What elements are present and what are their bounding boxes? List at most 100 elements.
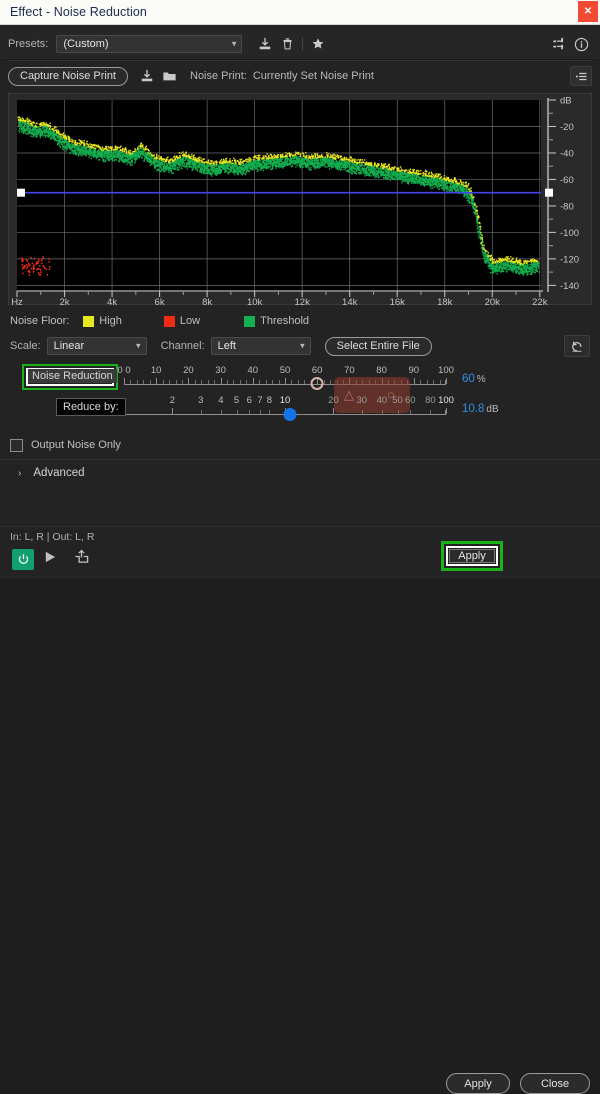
preview-play-button[interactable] <box>44 550 57 567</box>
slider-tick-label: 50 <box>280 365 291 376</box>
window-close-button[interactable]: ✕ <box>578 1 598 22</box>
save-preset-button[interactable] <box>254 34 276 54</box>
noise-reduction-unit: % <box>477 374 486 385</box>
slider-minor-tick <box>330 380 331 384</box>
slider-tick <box>362 410 363 414</box>
legend-label-low: Low <box>180 315 200 327</box>
chevron-down-icon: ▾ <box>232 39 237 50</box>
noise-print-status-label: Noise Print: <box>190 70 247 82</box>
apply-button[interactable]: Apply <box>446 1073 510 1094</box>
slider-minor-tick <box>291 380 292 384</box>
apply-button-label: Apply <box>444 544 500 568</box>
slider-tick <box>221 410 222 414</box>
folder-icon <box>162 69 177 83</box>
slider-tick <box>398 410 399 414</box>
select-entire-file-button[interactable]: Select Entire File <box>325 337 432 356</box>
power-toggle-button[interactable] <box>12 549 34 570</box>
slider-minor-tick <box>214 380 215 384</box>
spectrum-plot[interactable] <box>17 100 541 292</box>
title-bar: Effect - Noise Reduction ✕ <box>0 0 600 25</box>
slider-tick <box>260 410 261 414</box>
slider-minor-tick <box>440 380 441 384</box>
slider-minor-tick <box>298 380 299 384</box>
slider-tick-label: 100 <box>438 365 454 376</box>
slider-tick-label: 100 <box>438 395 454 406</box>
reduce-by-handle[interactable] <box>284 408 297 421</box>
slider-minor-tick <box>195 380 196 384</box>
chevron-down-icon: ▾ <box>300 341 305 352</box>
slider-tick <box>446 378 447 384</box>
slider-minor-tick <box>130 380 131 384</box>
slider-tick-label: 40 <box>377 395 388 406</box>
open-noise-print-button[interactable] <box>158 66 180 86</box>
slider-minor-tick <box>427 380 428 384</box>
preset-routing-button[interactable] <box>548 34 570 54</box>
slider-tick-label: 20 <box>183 365 194 376</box>
slider-minor-tick <box>176 380 177 384</box>
slider-tick-label: 90 <box>409 365 420 376</box>
slider-tick-label: 6 <box>247 395 252 406</box>
channel-select[interactable]: Left ▾ <box>211 337 311 355</box>
noise-reduction-handle[interactable] <box>311 377 324 390</box>
panel-menu-button[interactable] <box>570 66 592 86</box>
slider-tick <box>172 408 173 414</box>
slider-minor-tick <box>201 380 202 384</box>
db-axis: dB-20-40-60-80-100-120-140 <box>545 94 597 302</box>
scale-value: Linear <box>54 340 85 352</box>
preset-routing-icon <box>552 37 567 51</box>
slider-tick <box>430 410 431 414</box>
page-title: Effect - Noise Reduction <box>0 5 147 19</box>
slider-minor-tick <box>420 380 421 384</box>
noise-floor-label: Noise Floor: <box>10 315 69 327</box>
reduce-by-unit: dB <box>486 404 498 415</box>
close-button[interactable]: Close <box>520 1073 590 1094</box>
spectrum-graph[interactable]: dB-20-40-60-80-100-120-140 Hz2k4k6k8k10k… <box>8 93 592 305</box>
info-icon <box>574 37 589 52</box>
output-noise-only-checkbox[interactable] <box>10 439 23 452</box>
reduce-by-readout: 10.8dB <box>462 403 499 415</box>
slider-minor-tick <box>137 380 138 384</box>
slider-tick-label: 40 <box>248 365 259 376</box>
slider-tick-label: 7 <box>257 395 262 406</box>
reset-button[interactable] <box>564 335 590 357</box>
scale-channel-row: Scale: Linear ▾ Channel: Left ▾ Select E… <box>0 333 600 359</box>
io-status: In: L, R | Out: L, R <box>10 531 94 543</box>
advanced-section-toggle[interactable]: › Advanced <box>0 459 600 486</box>
scale-select[interactable]: Linear ▾ <box>47 337 147 355</box>
slider-tick <box>188 378 189 384</box>
export-button[interactable] <box>74 549 89 567</box>
reduce-by-slider[interactable]: 234567810203040506080100 <box>122 395 452 425</box>
slider-minor-tick <box>272 380 273 384</box>
slider-tick <box>414 378 415 384</box>
slider-tick <box>269 410 270 414</box>
slider-tick-label: 10 <box>151 365 162 376</box>
slider-minor-tick <box>227 380 228 384</box>
slider-tick-label: 30 <box>215 365 226 376</box>
legend-swatch-high <box>83 316 94 327</box>
capture-noise-print-button[interactable]: Capture Noise Print <box>8 67 128 86</box>
slider-tick <box>249 410 250 414</box>
slider-tick-label: 60 <box>405 395 416 406</box>
noise-reduction-slider[interactable]: 0 0102030405060708090100 △ ○ <box>122 365 452 395</box>
slider-tick <box>253 378 254 384</box>
slider-tick <box>410 410 411 414</box>
info-button[interactable] <box>570 34 592 54</box>
slider-minor-tick <box>240 380 241 384</box>
slider-minor-tick <box>233 380 234 384</box>
play-icon <box>44 550 57 564</box>
advanced-label: Advanced <box>33 467 84 479</box>
delete-preset-button[interactable] <box>276 34 298 54</box>
slider-tick <box>221 378 222 384</box>
slider-tick-label: 70 <box>344 365 355 376</box>
output-noise-only-row[interactable]: Output Noise Only <box>0 433 600 457</box>
slider-tick-label: 4 <box>218 395 223 406</box>
presets-select[interactable]: (Custom) ▾ <box>56 35 242 53</box>
slider-minor-tick <box>143 380 144 384</box>
slider-minor-tick <box>324 380 325 384</box>
favorite-button[interactable] <box>307 34 329 54</box>
power-toggle-icon <box>17 553 30 566</box>
reduce-by-row: Reduce by: 234567810203040506080100 10.8… <box>10 395 590 425</box>
slider-minor-tick <box>163 380 164 384</box>
output-noise-only-label: Output Noise Only <box>31 439 121 451</box>
save-noise-print-button[interactable] <box>136 66 158 86</box>
